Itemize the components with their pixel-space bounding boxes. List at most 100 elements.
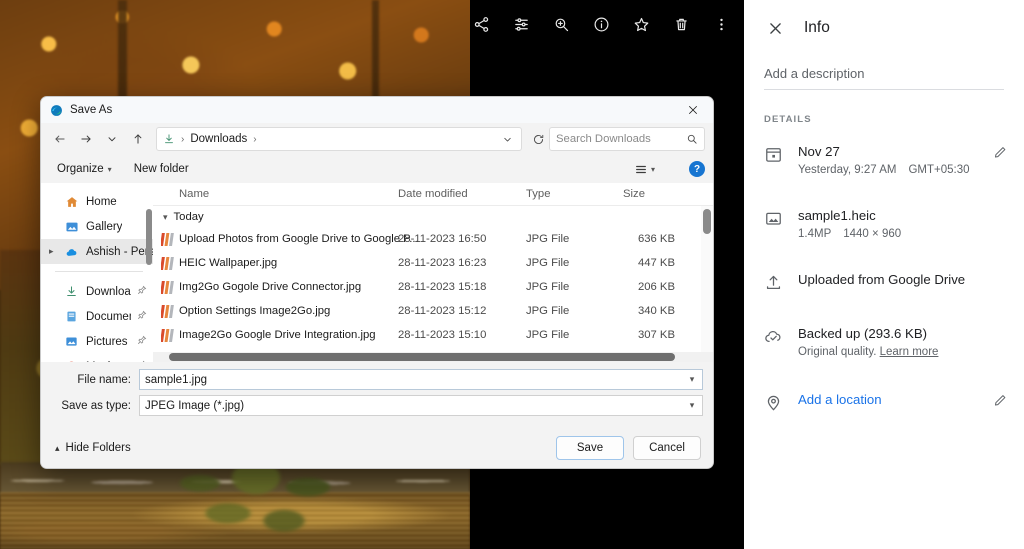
save-as-type-chevron-down-icon[interactable]: ▾	[684, 400, 700, 411]
table-row[interactable]: Image2Go Google Drive Integration.jpg 28…	[153, 324, 713, 348]
detail-sub: 1.4MP1440 × 960	[798, 226, 1008, 243]
save-as-type-select[interactable]	[145, 400, 684, 412]
detail-row-source[interactable]: Uploaded from Google Drive	[744, 259, 1024, 297]
cloud-done-icon	[764, 325, 798, 361]
tree-label: Ashish - Persona	[86, 246, 153, 258]
delete-icon[interactable]	[666, 9, 696, 39]
table-row[interactable]: Option Settings Image2Go.jpg 28-11-2023 …	[153, 300, 713, 324]
tree-item-downloads[interactable]: Downloads	[41, 279, 153, 304]
tree-divider	[55, 271, 143, 272]
file-group-header[interactable]: ▾ Today	[153, 206, 713, 228]
up-icon[interactable]	[125, 126, 151, 152]
save-as-type-control[interactable]: ▾	[139, 395, 703, 416]
back-icon[interactable]	[47, 126, 73, 152]
search-box[interactable]	[549, 127, 705, 151]
star-icon[interactable]	[626, 9, 656, 39]
file-list-horizontal-scrollbar-thumb[interactable]	[169, 353, 675, 361]
search-input[interactable]	[556, 133, 681, 145]
new-folder-button[interactable]: New folder	[134, 163, 189, 175]
add-location-link[interactable]: Add a location	[798, 391, 1008, 409]
jpg-file-icon	[161, 280, 176, 296]
zoom-in-icon[interactable]	[546, 9, 576, 39]
recent-locations-chevron-down-icon[interactable]	[99, 126, 125, 152]
organize-caret-icon: ▾	[108, 165, 112, 174]
tree-scrollbar-thumb[interactable]	[146, 209, 152, 265]
column-header-type[interactable]: Type	[526, 188, 551, 200]
breadcrumb-downloads[interactable]: Downloads	[190, 133, 247, 145]
info-panel-title: Info	[804, 19, 830, 37]
chevron-down-icon[interactable]: ▾	[163, 212, 168, 223]
forward-icon[interactable]	[73, 126, 99, 152]
refresh-icon[interactable]	[527, 133, 549, 146]
column-header-date[interactable]: Date modified	[398, 188, 468, 200]
dialog-title: Save As	[70, 104, 112, 116]
cancel-button[interactable]: Cancel	[633, 436, 701, 460]
chevron-right-icon[interactable]: ▸	[49, 246, 59, 257]
file-date: 28-11-2023 15:18	[398, 281, 486, 293]
file-type: JPG File	[526, 329, 569, 341]
file-name-control[interactable]: ▾	[139, 369, 703, 390]
file-name-input[interactable]	[145, 374, 684, 386]
home-icon	[65, 194, 80, 209]
dialog-close-button[interactable]	[673, 97, 713, 123]
viewer-toolbar	[466, 6, 736, 42]
organize-button[interactable]: Organize ▾	[57, 163, 112, 175]
hide-folders-button[interactable]: ▴ Hide Folders	[55, 442, 131, 454]
detail-row-backup[interactable]: Backed up (293.6 KB) Original quality. L…	[744, 313, 1024, 361]
detail-title: sample1.heic	[798, 207, 1008, 225]
file-type: JPG File	[526, 233, 569, 245]
edit-pencil-icon-location[interactable]	[993, 393, 1008, 413]
column-header-size[interactable]: Size	[623, 188, 645, 200]
learn-more-link[interactable]: Learn more	[880, 346, 939, 358]
tree-item-onedrive[interactable]: ▸ Ashish - Persona	[41, 239, 153, 264]
tree-item-pictures[interactable]: Pictures	[41, 329, 153, 354]
detail-row-location[interactable]: Add a location	[744, 379, 1024, 417]
file-list-horizontal-scrollbar[interactable]	[153, 352, 713, 362]
view-options-button[interactable]: ▾	[634, 163, 655, 176]
file-list-vertical-scrollbar-thumb[interactable]	[703, 209, 711, 234]
more-options-icon[interactable]	[706, 9, 736, 39]
table-row[interactable]: Img2Go Gogole Drive Connector.jpg 28-11-…	[153, 276, 713, 300]
share-icon[interactable]	[466, 9, 496, 39]
table-row[interactable]: Upload Photos from Google Drive to Googl…	[153, 228, 713, 252]
address-bar[interactable]: › Downloads ›	[156, 127, 522, 151]
detail-sub: Yesterday, 9:27 AMGMT+05:30	[798, 162, 1008, 179]
organize-label: Organize	[57, 163, 104, 175]
tree-label: Music	[86, 361, 116, 363]
tree-item-music[interactable]: Music	[41, 354, 153, 362]
breadcrumb-separator-2[interactable]: ›	[253, 134, 256, 145]
breadcrumb-separator: ›	[181, 134, 184, 145]
column-header-name[interactable]: Name	[179, 188, 209, 200]
file-name-chevron-down-icon[interactable]: ▾	[684, 374, 700, 385]
pin-icon[interactable]	[137, 360, 153, 362]
file-size: 307 KB	[623, 329, 675, 341]
tree-item-home[interactable]: Home	[41, 189, 153, 214]
save-button[interactable]: Save	[556, 436, 624, 460]
jpg-file-icon	[161, 232, 176, 248]
view-caret-icon: ▾	[651, 165, 655, 174]
edit-icon[interactable]	[506, 9, 536, 39]
tree-item-documents[interactable]: Documents	[41, 304, 153, 329]
info-icon[interactable]	[586, 9, 616, 39]
photo-willow-layer	[160, 455, 360, 549]
chevron-up-icon: ▴	[55, 443, 60, 454]
table-row[interactable]: HEIC Wallpaper.jpg 28-11-2023 16:23 JPG …	[153, 252, 713, 276]
address-chevron-down-icon[interactable]	[498, 134, 517, 145]
file-size: 206 KB	[623, 281, 675, 293]
upload-icon	[764, 271, 798, 297]
help-button[interactable]: ?	[689, 161, 705, 177]
file-date: 28-11-2023 15:12	[398, 305, 486, 317]
new-folder-label: New folder	[134, 163, 189, 175]
edit-pencil-icon-date[interactable]	[993, 145, 1008, 165]
tree-item-gallery[interactable]: Gallery	[41, 214, 153, 239]
tree-label: Gallery	[86, 221, 122, 233]
command-bar: Organize ▾ New folder ▾ ?	[41, 155, 713, 183]
detail-body: Uploaded from Google Drive	[798, 271, 1008, 297]
close-icon[interactable]	[764, 17, 786, 39]
detail-row-file[interactable]: sample1.heic 1.4MP1440 × 960	[744, 195, 1024, 243]
save-as-dialog: Save As	[40, 96, 714, 469]
downloads-icon	[163, 133, 175, 145]
detail-row-date[interactable]: Nov 27 Yesterday, 9:27 AMGMT+05:30	[744, 131, 1024, 179]
description-input[interactable]	[764, 62, 1004, 90]
location-icon	[764, 391, 798, 417]
